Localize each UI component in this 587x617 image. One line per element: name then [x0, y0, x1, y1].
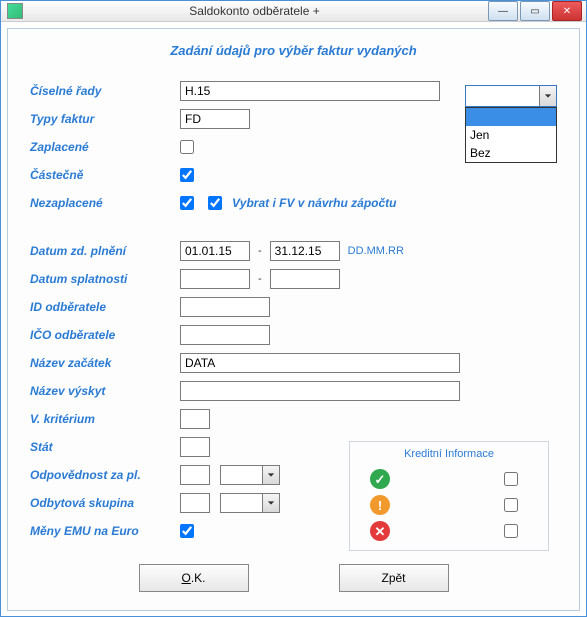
stat-input[interactable] — [180, 437, 210, 457]
status-error-icon: ✕ — [370, 521, 390, 541]
chevron-down-icon[interactable] — [539, 86, 556, 106]
status-ok-icon: ✓ — [370, 469, 390, 489]
dash-2: - — [258, 273, 262, 285]
meny-emu-checkbox[interactable] — [180, 524, 194, 538]
chevron-down-icon[interactable] — [262, 466, 279, 484]
label-typy-faktur: Typy faktur — [30, 112, 180, 126]
typy-faktur-input[interactable] — [180, 109, 250, 129]
client-area: Zadání údajů pro výběr faktur vydaných J… — [7, 28, 580, 611]
label-ico-od: IČO odběratele — [30, 328, 180, 342]
close-button[interactable]: ✕ — [552, 1, 582, 21]
kredit-warn-checkbox[interactable] — [504, 498, 518, 512]
nazev-vyskyt-input[interactable] — [180, 381, 460, 401]
maximize-button[interactable]: ▭ — [520, 1, 550, 21]
ok-button[interactable]: O.K. — [139, 564, 249, 592]
label-datum-spl: Datum splatnosti — [30, 272, 180, 286]
label-stat: Stát — [30, 440, 180, 454]
dash-1: - — [258, 245, 262, 257]
label-nazev-zac: Název začátek — [30, 356, 180, 370]
datum-zd-to-input[interactable] — [270, 241, 340, 261]
dropdown-option-bez[interactable]: Bez — [466, 144, 556, 162]
titlebar: Saldokonto odběratele + — ▭ ✕ — [1, 1, 586, 22]
kreditni-title: Kreditní Informace — [360, 448, 538, 460]
label-id-od: ID odběratele — [30, 300, 180, 314]
label-odbytova: Odbytová skupina — [30, 496, 180, 510]
label-castecne: Částečně — [30, 168, 180, 182]
ico-odberatele-input[interactable] — [180, 325, 270, 345]
datum-spl-from-input[interactable] — [180, 269, 250, 289]
label-datum-zd: Datum zd. plnění — [30, 244, 180, 258]
app-icon — [7, 3, 23, 19]
page-subtitle: Zadání údajů pro výběr faktur vydaných — [30, 43, 557, 58]
back-button[interactable]: Zpět — [339, 564, 449, 592]
dropdown-option-blank[interactable] — [466, 108, 556, 126]
window-title: Saldokonto odběratele + — [23, 4, 486, 18]
minimize-button[interactable]: — — [488, 1, 518, 21]
vybrat-fv-checkbox[interactable] — [208, 196, 222, 210]
odpovednost-input[interactable] — [180, 465, 210, 485]
datum-spl-to-input[interactable] — [270, 269, 340, 289]
castecne-checkbox[interactable] — [180, 168, 194, 182]
kreditni-informace-box: Kreditní Informace ✓ ! ✕ — [349, 441, 549, 551]
dropdown-option-jen[interactable]: Jen — [466, 126, 556, 144]
kredit-ok-checkbox[interactable] — [504, 472, 518, 486]
window-controls: — ▭ ✕ — [486, 1, 582, 21]
label-odpovednost: Odpovědnost za pl. — [30, 468, 180, 482]
zaplacene-checkbox[interactable] — [180, 140, 194, 154]
odbytova-input[interactable] — [180, 493, 210, 513]
odbytova-combo-value — [221, 494, 262, 512]
status-warning-icon: ! — [370, 495, 390, 515]
odbytova-combo[interactable] — [220, 493, 280, 513]
label-vybrat-fv: Vybrat i FV v návrhu zápočtu — [232, 196, 396, 210]
nezaplacene-checkbox[interactable] — [180, 196, 194, 210]
button-bar: O.K. Zpět — [30, 564, 557, 592]
label-nezaplacene: Nezaplacené — [30, 196, 180, 210]
filter-dropdown[interactable]: Jen Bez — [465, 85, 557, 109]
label-v-krit: V. kritérium — [30, 412, 180, 426]
kredit-bad-checkbox[interactable] — [504, 524, 518, 538]
nazev-zacatek-input[interactable] — [180, 353, 460, 373]
filter-dropdown-list: Jen Bez — [465, 107, 557, 163]
filter-dropdown-value — [466, 86, 539, 106]
date-format-hint: DD.MM.RR — [348, 245, 404, 257]
label-nazev-vys: Název výskyt — [30, 384, 180, 398]
label-zaplacene: Zaplacené — [30, 140, 180, 154]
odpovednost-combo-value — [221, 466, 262, 484]
v-kriterium-input[interactable] — [180, 409, 210, 429]
label-ciselne-rady: Číselné řady — [30, 84, 180, 98]
ciselne-rady-input[interactable] — [180, 81, 440, 101]
odpovednost-combo[interactable] — [220, 465, 280, 485]
label-meny-emu: Měny EMU na Euro — [30, 524, 180, 538]
id-odberatele-input[interactable] — [180, 297, 270, 317]
app-window: Saldokonto odběratele + — ▭ ✕ Zadání úda… — [0, 0, 587, 617]
chevron-down-icon[interactable] — [262, 494, 279, 512]
datum-zd-from-input[interactable] — [180, 241, 250, 261]
